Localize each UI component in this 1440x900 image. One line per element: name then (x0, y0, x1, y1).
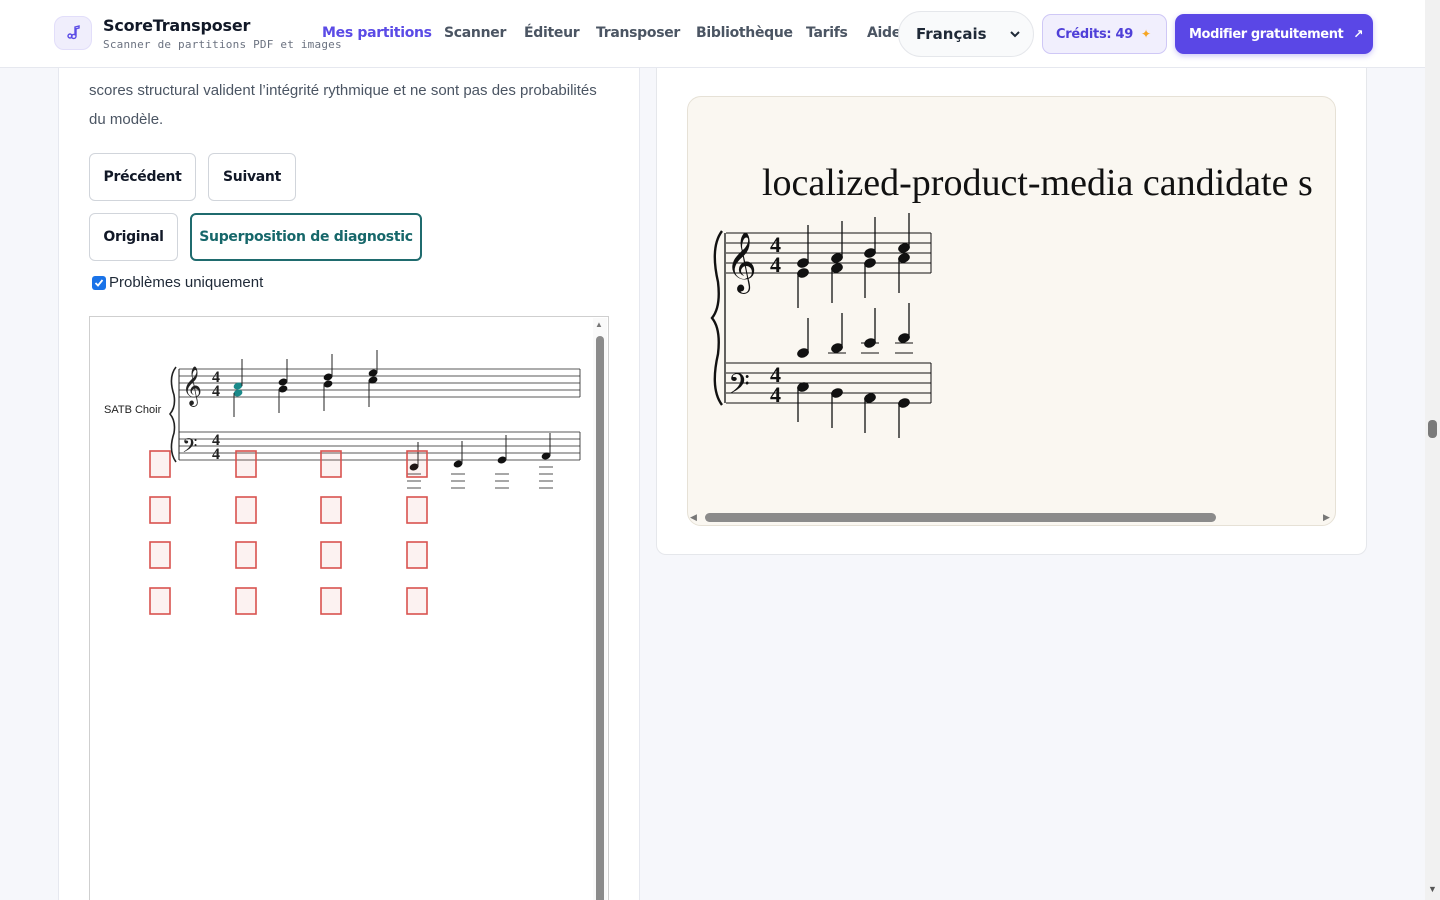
credits-label: Crédits: 49 (1056, 26, 1133, 42)
preview-treble-chord-1 (797, 225, 809, 308)
treble-chord-1 (233, 359, 243, 417)
language-value: Français (916, 25, 987, 43)
page-scrollbar-thumb[interactable] (1428, 420, 1437, 438)
brand-name[interactable]: ScoreTransposer (103, 16, 250, 35)
checkmark-icon (94, 279, 104, 287)
scroll-right-arrow-icon[interactable]: ▶ (1323, 512, 1330, 523)
nav-library[interactable]: Bibliothèque (696, 25, 793, 41)
viewer-scrollbar-thumb[interactable] (596, 336, 604, 900)
problems-only-label[interactable]: Problèmes uniquement (109, 274, 263, 291)
page-scroll-down-icon[interactable]: ▼ (1428, 884, 1437, 894)
chevron-down-icon (1010, 31, 1020, 38)
bass-note-4 (539, 433, 553, 489)
score-preview[interactable]: localized-product-media candidate s 𝄞 𝄢 … (687, 96, 1336, 526)
nav-help[interactable]: Aide (867, 25, 901, 41)
preview-treble-staff (726, 232, 932, 274)
previous-button[interactable]: Précédent (89, 153, 196, 201)
nav-pricing[interactable]: Tarifs (806, 25, 848, 41)
sparkle-icon: ✦ (1141, 27, 1151, 41)
time-sig-bottom-treble: 4 (212, 383, 220, 400)
edit-free-label: Modifier gratuitement (1189, 26, 1344, 42)
treble-chord-3 (323, 354, 333, 411)
scroll-left-arrow-icon[interactable]: ◀ (690, 512, 697, 523)
bass-note-3 (495, 435, 509, 489)
page-scrollbar-track[interactable] (1425, 0, 1440, 900)
diagnostic-score-canvas: SATB Choir 𝄞 𝄢 4 4 4 4 (104, 350, 581, 615)
nav-scanner[interactable]: Scanner (444, 25, 506, 41)
preview-system-brace (710, 230, 723, 406)
treble-chord-4 (368, 350, 378, 407)
preview-horizontal-scrollbar[interactable] (705, 513, 1216, 522)
music-note-icon (67, 25, 80, 40)
scroll-up-arrow-icon[interactable]: ▲ (595, 320, 603, 329)
app-logo[interactable] (54, 16, 92, 50)
time-sig-bottom-bass: 4 (212, 446, 220, 463)
system-brace (168, 366, 177, 463)
preview-bass-clef: 𝄢 (728, 368, 750, 408)
treble-clef: 𝄞 (182, 366, 202, 407)
diagnostic-overlay-boxes (149, 450, 428, 615)
part-label: SATB Choir (104, 404, 162, 416)
top-navigation-bar: ScoreTransposer Scanner de partitions PD… (0, 0, 1425, 68)
view-original-button[interactable]: Original (89, 213, 178, 261)
edit-free-button[interactable]: Modifier gratuitement ↗ (1175, 14, 1373, 54)
nav-editor[interactable]: Éditeur (524, 25, 580, 41)
preview-treble-clef: 𝄞 (726, 232, 757, 294)
nav-transpose[interactable]: Transposer (596, 25, 680, 41)
preview-bass-lower-notes (797, 382, 910, 438)
language-select[interactable]: Français (898, 11, 1034, 57)
preview-bass-staff (726, 362, 932, 404)
score-diagnostic-viewer[interactable]: SATB Choir 𝄞 𝄢 4 4 4 4 (89, 316, 609, 900)
nav-my-scores[interactable]: Mes partitions (322, 25, 432, 41)
view-overlay-button[interactable]: Superposition de diagnostic (190, 213, 422, 261)
preview-treble-chord-3 (864, 217, 876, 298)
bass-clef: 𝄢 (182, 434, 197, 462)
brand-tagline: Scanner de partitions PDF et images (103, 38, 342, 51)
score-preview-canvas: 𝄞 𝄢 4 4 4 4 (710, 213, 932, 438)
preview-bass-upper-notes (797, 303, 913, 358)
credits-button[interactable]: Crédits: 49 ✦ (1042, 14, 1167, 54)
preview-time-sig-bass-bottom: 4 (770, 382, 781, 407)
external-arrow-icon: ↗ (1353, 27, 1364, 41)
bass-note-2 (451, 441, 465, 489)
problems-only-checkbox[interactable] (92, 276, 106, 290)
next-button[interactable]: Suivant (208, 153, 296, 201)
preview-time-sig-treble-bottom: 4 (770, 252, 781, 277)
diagnostic-description: scores structural valident l’intégrité r… (89, 82, 597, 128)
treble-chord-2 (278, 359, 288, 413)
